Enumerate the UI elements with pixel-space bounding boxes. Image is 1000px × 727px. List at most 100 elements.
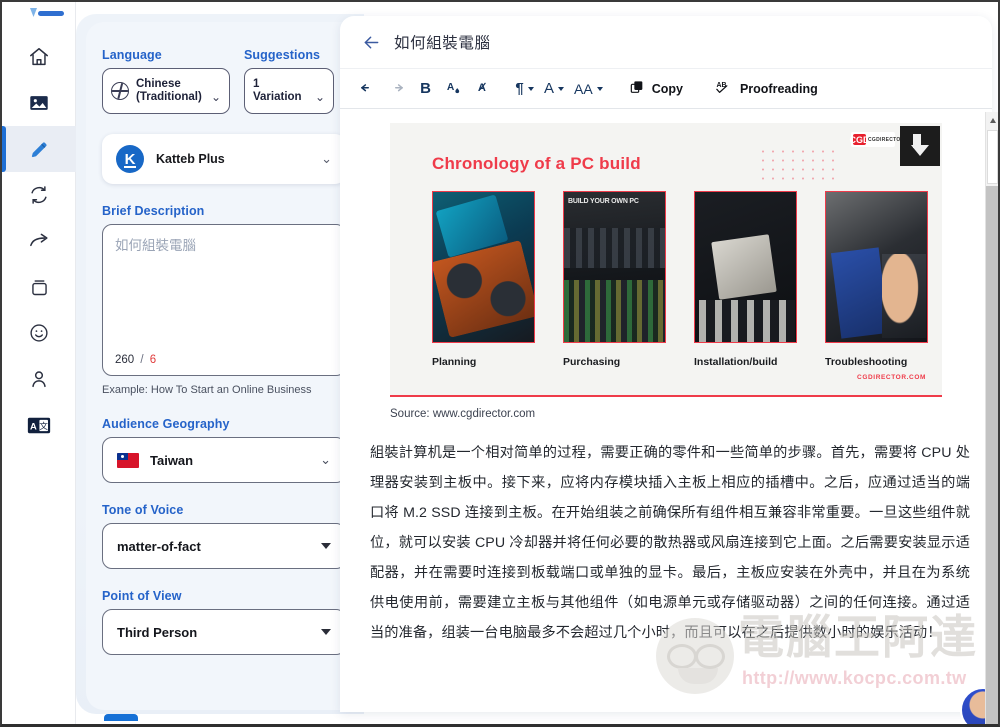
hero-step-caption: Planning xyxy=(432,356,535,368)
language-suggestions-row: Language Chinese (Traditional) ⌄ Suggest… xyxy=(102,48,346,114)
hero-step-caption: Purchasing xyxy=(563,356,666,368)
caret-down-icon xyxy=(321,629,331,635)
arrow-right-curve-icon xyxy=(28,230,51,253)
hero-step-image-overlay-text: BUILD YOUR OWN PC xyxy=(568,198,639,205)
language-select[interactable]: Chinese (Traditional) ⌄ xyxy=(102,68,230,114)
hero-step-caption: Troubleshooting xyxy=(825,356,928,368)
hero-step: Planning xyxy=(432,191,535,368)
hero-step: Installation/build xyxy=(694,191,797,368)
chevron-down-icon: ⌄ xyxy=(312,92,325,113)
article-text[interactable]: 組裝計算机是一个相对简单的过程，需要正确的零件和一些简单的步骤。首先，需要将 C… xyxy=(370,438,970,648)
plan-selector[interactable]: K Katteb Plus ⌄ xyxy=(102,134,346,184)
person-icon xyxy=(28,368,50,390)
caret-down-icon xyxy=(597,87,603,91)
editor-toolbar: B A A ¶ A xyxy=(340,68,992,109)
audience-geography-label: Audience Geography xyxy=(102,417,346,431)
sidebar-item-account[interactable] xyxy=(2,356,76,402)
brief-description-field: Brief Description 如何組裝電腦 260 / 6 Example… xyxy=(102,204,346,397)
proofreading-button[interactable]: AB Proofreading xyxy=(705,78,826,99)
hero-steps: Planning BUILD YOUR OWN PC Purchasing In… xyxy=(432,191,928,368)
point-of-view-select[interactable]: Third Person xyxy=(102,609,346,655)
brief-char-counter: 260 / 6 xyxy=(115,354,156,366)
document-editor: 如何組裝電腦 B A xyxy=(340,16,992,712)
katteb-badge-icon: K xyxy=(116,145,144,173)
language-value: Chinese (Traditional) xyxy=(136,78,202,105)
svg-text:A: A xyxy=(447,82,455,93)
vertical-scrollbar[interactable] xyxy=(985,112,998,724)
undo-button[interactable] xyxy=(354,74,381,103)
scrollbar-track[interactable] xyxy=(986,186,999,724)
hero-bottom-rule xyxy=(390,395,942,397)
cgdirector-logo: CGD CGDIRECTOR xyxy=(851,132,895,147)
brief-description-value: 如何組裝電腦 xyxy=(115,237,333,255)
document-title: 如何組裝電腦 xyxy=(394,31,491,53)
document-header: 如何組裝電腦 xyxy=(340,16,992,68)
bold-icon: B xyxy=(420,80,431,97)
back-arrow-icon[interactable] xyxy=(358,29,384,55)
hero-footer-brand: CGDIRECTOR.COM xyxy=(857,374,926,381)
bold-button[interactable]: B xyxy=(412,74,439,103)
chevron-down-icon: ⌄ xyxy=(321,151,332,167)
app-window: A 文 Language Chinese (Traditional) xyxy=(0,0,1000,727)
caret-down-icon xyxy=(558,87,564,91)
font-size-button[interactable]: AA xyxy=(570,74,607,103)
brief-char-separator: / xyxy=(140,354,143,366)
font-color-button[interactable]: A xyxy=(540,74,568,103)
paragraph-button[interactable]: ¶ xyxy=(511,74,538,103)
scroll-up-arrow-icon[interactable] xyxy=(990,118,996,123)
home-icon xyxy=(28,46,50,68)
point-of-view-label: Point of View xyxy=(102,589,346,603)
tone-of-voice-label: Tone of Voice xyxy=(102,503,346,517)
generate-button-partial[interactable] xyxy=(104,714,138,721)
audience-geography-value: Taiwan xyxy=(150,453,193,468)
hero-step: BUILD YOUR OWN PC Purchasing xyxy=(563,191,666,368)
hero-infographic: Chronology of a PC build CGD CGDIRECTOR … xyxy=(390,123,942,397)
hero-step-caption: Installation/build xyxy=(694,356,797,368)
clear-formatting-button[interactable]: A xyxy=(470,74,497,103)
suggestions-select[interactable]: 1 Variation ⌄ xyxy=(244,68,334,114)
caret-down-icon xyxy=(321,543,331,549)
brief-char-limit: 6 xyxy=(150,354,156,366)
brief-description-label: Brief Description xyxy=(102,204,346,218)
taiwan-flag-icon xyxy=(117,453,139,468)
sidebar-item-write[interactable] xyxy=(2,126,76,172)
translate-icon: A 文 xyxy=(27,416,51,435)
tone-of-voice-select[interactable]: matter-of-fact xyxy=(102,523,346,569)
smiley-icon xyxy=(28,322,50,344)
cgdirector-mark: CGD xyxy=(853,134,866,145)
sidebar-rail: A 文 xyxy=(2,2,76,724)
highlight-color-button[interactable]: A xyxy=(441,74,468,103)
audience-geography-select[interactable]: Taiwan ⌄ xyxy=(102,437,346,483)
tone-of-voice-value: matter-of-fact xyxy=(117,539,201,554)
document-body: Chronology of a PC build CGD CGDIRECTOR … xyxy=(340,109,992,712)
generation-form: Language Chinese (Traditional) ⌄ Suggest… xyxy=(88,24,360,710)
hero-title: Chronology of a PC build xyxy=(432,154,641,174)
suggestions-value: 1 Variation xyxy=(253,78,302,105)
katteb-logo xyxy=(28,6,68,22)
copy-label: Copy xyxy=(652,82,683,96)
plan-name: Katteb Plus xyxy=(156,152,225,166)
copy-icon xyxy=(629,79,645,98)
brief-example-hint: Example: How To Start an Online Business xyxy=(102,383,346,397)
chevron-down-icon: ⌄ xyxy=(320,452,331,468)
copy-button[interactable]: Copy xyxy=(621,79,691,98)
suggestions-field: Suggestions 1 Variation ⌄ xyxy=(244,48,334,114)
hero-step: Troubleshooting xyxy=(825,191,928,368)
sidebar-item-rewrite[interactable] xyxy=(2,172,76,218)
watermark-url: http://www.kocpc.com.tw xyxy=(742,668,967,689)
sidebar-item-translate[interactable]: A 文 xyxy=(2,402,76,448)
scrollbar-thumb[interactable] xyxy=(987,130,998,184)
image-icon xyxy=(28,92,50,114)
sidebar-item-feedback[interactable] xyxy=(2,310,76,356)
brief-description-input[interactable]: 如何組裝電腦 260 / 6 xyxy=(102,224,346,376)
paragraph-icon: ¶ xyxy=(515,80,523,97)
sidebar-item-archive[interactable] xyxy=(2,264,76,310)
redo-button[interactable] xyxy=(383,74,410,103)
hero-step-image: BUILD YOUR OWN PC xyxy=(563,191,666,343)
sidebar-item-home[interactable] xyxy=(2,34,76,80)
point-of-view-value: Third Person xyxy=(117,625,197,640)
sidebar-item-share[interactable] xyxy=(2,218,76,264)
sync-icon xyxy=(28,184,50,206)
suggestions-label: Suggestions xyxy=(244,48,334,62)
sidebar-item-images[interactable] xyxy=(2,80,76,126)
